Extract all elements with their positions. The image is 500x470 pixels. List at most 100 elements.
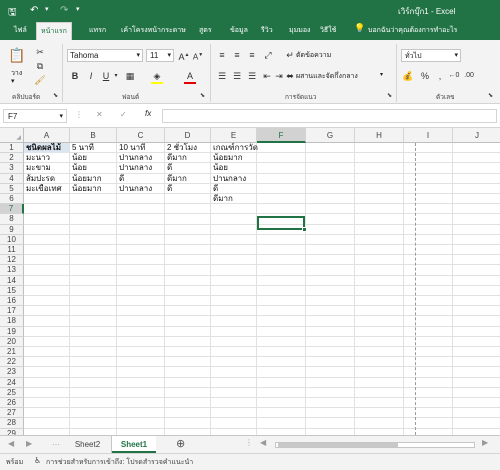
scroll-left-icon[interactable]: ◀: [8, 439, 14, 448]
cell-E1[interactable]: เกณฑ์การวัด: [211, 143, 258, 153]
column-header[interactable]: I: [404, 128, 453, 143]
column-header[interactable]: J: [453, 128, 500, 143]
bold-button[interactable]: B: [70, 70, 80, 82]
row-header[interactable]: 2: [0, 153, 24, 164]
name-box[interactable]: F7 ▾: [3, 109, 67, 123]
cut-icon[interactable]: ✂: [34, 46, 46, 58]
align-right-icon[interactable]: ☰: [246, 70, 258, 82]
more-sheets-icon[interactable]: …: [52, 438, 60, 447]
cell-A2[interactable]: มะนาว: [24, 153, 50, 163]
more-sheets-icon[interactable]: ⋮: [245, 438, 253, 447]
cell-D3[interactable]: ดี: [165, 163, 172, 173]
column-header[interactable]: D: [165, 128, 211, 143]
undo-dropdown-icon[interactable]: ▾: [45, 5, 49, 13]
spreadsheet-grid[interactable]: ◢ ABCDEFGHIJ 1 2 3 4 5 6 7 8 9 10 11 12 13 14 15 16 17 18…: [0, 128, 500, 435]
cell-B3[interactable]: น้อย: [70, 163, 87, 173]
formula-input[interactable]: [162, 109, 497, 123]
redo-icon[interactable]: ↷: [60, 5, 68, 16]
cell-D5[interactable]: ดี: [165, 184, 172, 194]
decrease-decimal-icon[interactable]: .00: [462, 70, 476, 82]
row-header[interactable]: 8: [0, 214, 24, 225]
merge-center-button[interactable]: ผสานและจัดกึ่งกลาง: [296, 71, 358, 82]
row-header[interactable]: 26: [0, 398, 24, 409]
chevron-down-icon[interactable]: ▾: [380, 71, 383, 78]
tab-insert[interactable]: แทรก: [89, 25, 106, 36]
tab-formulas[interactable]: สูตร: [199, 25, 212, 36]
insert-function-icon[interactable]: fx: [145, 109, 151, 118]
row-header[interactable]: 15: [0, 285, 24, 296]
merge-center-icon[interactable]: ⬌: [285, 70, 295, 82]
underline-button[interactable]: U: [101, 70, 111, 82]
row-header[interactable]: 10: [0, 234, 24, 245]
row-header[interactable]: 16: [0, 296, 24, 307]
align-middle-icon[interactable]: ≡: [231, 49, 243, 61]
tab-review[interactable]: รีวิว: [261, 25, 273, 36]
fill-handle[interactable]: [302, 227, 307, 232]
font-name-select[interactable]: Tahoma ▾: [67, 49, 143, 62]
scrollbar-thumb[interactable]: [278, 443, 398, 447]
currency-icon[interactable]: 💰: [402, 70, 414, 82]
wrap-text-icon[interactable]: ↵: [285, 49, 295, 61]
row-header[interactable]: 19: [0, 326, 24, 337]
paste-icon[interactable]: 📋: [8, 46, 26, 64]
align-center-icon[interactable]: ☰: [231, 70, 243, 82]
row-header[interactable]: 20: [0, 336, 24, 347]
wrap-text-button[interactable]: ตัดข้อความ: [296, 50, 331, 61]
cell-C1[interactable]: 10 นาที: [117, 143, 145, 153]
row-header[interactable]: 5: [0, 183, 24, 194]
column-header[interactable]: E: [211, 128, 257, 143]
column-header[interactable]: H: [355, 128, 404, 143]
sheet-tab-sheet1[interactable]: Sheet1: [112, 436, 156, 453]
alignment-launcher-icon[interactable]: ⬊: [387, 92, 392, 99]
cell-E5[interactable]: ดี: [211, 184, 218, 194]
cell-E2[interactable]: น้อยมาก: [211, 153, 243, 163]
increase-font-icon[interactable]: A▲: [178, 49, 190, 63]
scroll-left-icon[interactable]: ◀: [260, 438, 266, 447]
tab-data[interactable]: ข้อมูล: [230, 25, 248, 36]
row-header[interactable]: 27: [0, 408, 24, 419]
borders-icon[interactable]: ▦: [124, 70, 136, 82]
cell-C2[interactable]: ปานกลาง: [117, 153, 152, 163]
tab-page-layout[interactable]: เค้าโครงหน้ากระดาษ: [121, 25, 186, 36]
cell-E6[interactable]: ดีมาก: [211, 194, 233, 204]
percent-icon[interactable]: %: [419, 70, 431, 82]
cell-A4[interactable]: ส้มปะรด: [24, 174, 55, 184]
increase-decimal-icon[interactable]: ←0: [448, 70, 460, 82]
column-header[interactable]: A: [24, 128, 70, 143]
row-header[interactable]: 28: [0, 418, 24, 429]
cell-C4[interactable]: ดี: [117, 174, 124, 184]
row-header[interactable]: 18: [0, 316, 24, 327]
column-header[interactable]: F: [257, 128, 306, 143]
orientation-icon[interactable]: ⤢: [262, 49, 274, 61]
cell-D2[interactable]: ดีมาก: [165, 153, 187, 163]
font-launcher-icon[interactable]: ⬊: [200, 92, 205, 99]
cell-A5[interactable]: มะเขือเทศ: [24, 184, 62, 194]
row-header[interactable]: 17: [0, 306, 24, 317]
cell-B5[interactable]: น้อยมาก: [70, 184, 102, 194]
column-header[interactable]: C: [117, 128, 165, 143]
align-top-icon[interactable]: ≡: [216, 49, 228, 61]
tab-help[interactable]: วิธีใช้: [320, 25, 336, 36]
row-header[interactable]: 23: [0, 367, 24, 378]
cell-B4[interactable]: น้อยมาก: [70, 174, 102, 184]
row-header[interactable]: 3: [0, 163, 24, 174]
enter-icon[interactable]: ✓: [120, 110, 127, 119]
paste-dropdown-icon[interactable]: ▾: [11, 77, 15, 85]
row-header[interactable]: 7: [0, 204, 24, 215]
row-header[interactable]: 9: [0, 224, 24, 235]
undo-icon[interactable]: ↶: [30, 5, 38, 16]
active-cell-selection[interactable]: [257, 216, 305, 230]
font-color-icon[interactable]: A: [184, 70, 196, 82]
number-launcher-icon[interactable]: ⬊: [488, 92, 493, 99]
scroll-right-icon[interactable]: ▶: [26, 439, 32, 448]
row-header[interactable]: 22: [0, 357, 24, 368]
comma-style-icon[interactable]: ,: [434, 70, 446, 82]
cell-B1[interactable]: 5 นาที: [70, 143, 94, 153]
tab-file[interactable]: ไฟล์: [14, 25, 27, 36]
accessibility-status[interactable]: การช่วยสำหรับการเข้าถึง: โปรดสำรวจคำแนะน…: [46, 457, 193, 468]
cancel-icon[interactable]: ✕: [96, 110, 103, 119]
row-header[interactable]: 25: [0, 387, 24, 398]
fill-color-icon[interactable]: ◈: [150, 70, 164, 82]
cell-A1[interactable]: ชนิดผลไม้: [24, 143, 69, 154]
row-header[interactable]: 14: [0, 275, 24, 286]
